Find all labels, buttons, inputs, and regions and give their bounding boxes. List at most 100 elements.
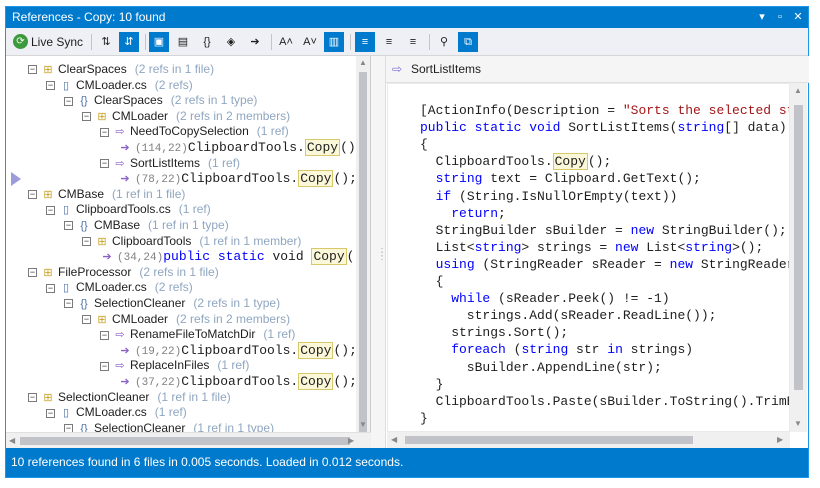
reference-row[interactable]: ➔ (78,22)ClipboardTools. Copy (); (118, 170, 357, 188)
collapse-toggle-icon[interactable]: − (46, 283, 55, 293)
status-bar: 10 references found in 6 files in 0.005 … (6, 448, 808, 477)
pin-icon[interactable]: ▫ (772, 9, 788, 25)
tree-horizontal-scroll-thumb[interactable] (20, 437, 350, 445)
tree-node[interactable]: − ⇨ SortListItems (1 ref) (100, 155, 240, 171)
reference-row[interactable]: ➔ (19,22)ClipboardTools. Copy (); (118, 341, 357, 359)
code-text: ClipboardTools.Paste(sBuilder.ToString()… (420, 393, 790, 409)
collapse-toggle-icon[interactable]: − (100, 361, 109, 371)
scroll-up-arrow-icon[interactable]: ▲ (794, 86, 802, 95)
tree-node[interactable]: −{} SelectionCleaner (2 refs in 1 type) (64, 295, 280, 311)
view-toggle-button[interactable]: ▥ (324, 32, 344, 52)
scroll-down-arrow-icon[interactable]: ▼ (794, 419, 802, 428)
collapse-toggle-icon[interactable]: − (46, 80, 55, 90)
type-view-button[interactable]: ◈ (221, 32, 241, 52)
code-text: List< (420, 239, 475, 255)
sort-ascending-button[interactable]: ⇅ (96, 32, 116, 52)
code-header-label: SortListItems (411, 62, 482, 76)
reference-row[interactable]: ➔ (34,24)public static void Copy() (100, 248, 362, 266)
scroll-right-arrow-icon[interactable]: ▶ (348, 436, 354, 445)
collapse-toggle-icon[interactable]: − (100, 158, 109, 168)
scroll-down-arrow-icon[interactable]: ▼ (359, 420, 367, 429)
live-sync-button[interactable]: ⟳ Live Sync (10, 32, 88, 52)
collapse-toggle-icon[interactable]: − (28, 65, 37, 75)
scroll-right-arrow-icon[interactable]: ▶ (777, 435, 783, 444)
tree-vertical-scroll-thumb[interactable] (359, 72, 367, 432)
show-results-button[interactable]: ▣ (149, 32, 169, 52)
reference-row[interactable]: ➔ (114,22)ClipboardTools. Copy (); (118, 139, 363, 156)
node-label: ClipboardTools.cs (76, 202, 171, 217)
code-horizontal-scrollbar[interactable]: ◀ ▶ (387, 432, 790, 448)
tree-node[interactable]: −{} CMBase (1 ref in 1 type) (64, 217, 229, 233)
align-left-button[interactable]: ≡ (355, 32, 375, 52)
collapse-toggle-icon[interactable]: − (28, 190, 37, 200)
current-item-indicator-icon (11, 172, 21, 186)
find-usages-button[interactable]: ⚲ (434, 32, 454, 52)
code-text: (); (333, 171, 357, 187)
scroll-left-arrow-icon[interactable]: ◀ (391, 435, 397, 444)
sort-descending-button[interactable]: ⇵ (119, 32, 139, 52)
code-vertical-scrollbar[interactable]: ▲ ▼ (790, 83, 807, 432)
align-right-button[interactable]: ≡ (403, 32, 423, 52)
code-keyword: using (435, 256, 475, 272)
collapse-toggle-icon[interactable]: − (64, 221, 73, 231)
copy-button[interactable]: ⧉ (458, 32, 478, 52)
code-editor[interactable]: [ActionInfo(Description = "Sorts the sel… (387, 83, 790, 432)
close-icon[interactable]: ✕ (790, 9, 806, 25)
tree-node[interactable]: − ▯ ClipboardTools.cs (1 ref) (46, 201, 211, 217)
tree-node[interactable]: − ▯ CMLoader.cs (2 refs) (46, 279, 193, 295)
reference-position: (37,22) (135, 377, 182, 389)
collapse-toggle-icon[interactable]: − (64, 96, 73, 106)
tree-node[interactable]: − ▯ CMLoader.cs (2 refs) (46, 77, 193, 93)
tree-node[interactable]: −{} ClearSpaces (2 refs in 1 type) (64, 92, 257, 108)
file-view-button[interactable]: ▤ (173, 32, 193, 52)
code-text: { (420, 137, 428, 153)
tree-horizontal-scrollbar[interactable]: ◀ ▶ (6, 432, 371, 448)
tree-node[interactable]: − ⊞ FileProcessor (2 refs in 1 file) (28, 264, 219, 280)
tree-node[interactable]: − ⇨ RenameFileToMatchDir (1 ref) (100, 326, 295, 342)
collapse-toggle-icon[interactable]: − (46, 205, 55, 215)
scroll-left-arrow-icon[interactable]: ◀ (9, 436, 15, 445)
collapse-toggle-icon[interactable]: − (28, 392, 37, 402)
increase-font-button[interactable]: A˄ (276, 32, 296, 52)
references-tree[interactable]: − ⊞ ClearSpaces (2 refs in 1 file) − ▯ CMLoade… (6, 56, 371, 448)
collapse-toggle-icon[interactable]: − (28, 268, 37, 278)
collapse-toggle-icon[interactable]: − (100, 330, 109, 340)
scroll-up-arrow-icon[interactable]: ▲ (359, 58, 367, 67)
collapse-toggle-icon[interactable]: − (82, 112, 91, 122)
code-text: ClipboardTools. (181, 171, 299, 187)
chevron-down-icon[interactable]: ▾ (754, 9, 770, 25)
collapse-toggle-icon[interactable]: − (46, 408, 55, 418)
tree-node[interactable]: − ⇨ NeedToCopySelection (1 ref) (100, 123, 289, 139)
code-vertical-scroll-thumb[interactable] (794, 105, 803, 390)
tree-node[interactable]: − ▯ CMLoader.cs (1 ref) (46, 404, 187, 420)
tree-node[interactable]: − ⊞ CMBase (1 ref in 1 file) (28, 186, 185, 202)
decrease-font-button[interactable]: A˅ (300, 32, 320, 52)
reference-code: public static void Copy() (163, 248, 362, 266)
code-line: return; (420, 205, 506, 222)
tree-node[interactable]: − ⇨ ReplaceInFiles (1 ref) (100, 357, 249, 373)
code-text: StringBuilder sBuilder = (420, 222, 631, 238)
collapse-toggle-icon[interactable]: − (64, 299, 73, 309)
pane-splitter[interactable]: ⋮ ⋮ (372, 56, 387, 448)
collapse-toggle-icon[interactable]: − (82, 314, 91, 324)
tree-vertical-scrollbar[interactable]: ▲ ▼ (356, 56, 370, 448)
method-icon: ⇨ (115, 360, 125, 373)
tree-node[interactable]: − ⊞ ClipboardTools (1 ref in 1 member) (82, 233, 301, 249)
member-view-button[interactable]: ➔ (245, 32, 265, 52)
tree-node[interactable]: − ⊞ CMLoader (2 refs in 2 members) (82, 108, 290, 124)
collapse-toggle-icon[interactable]: − (82, 236, 91, 246)
code-keyword: new (630, 222, 655, 238)
code-keyword: string (435, 171, 483, 187)
code-line: ClipboardTools. Copy (); (420, 153, 611, 171)
tree-node[interactable]: − ⊞ ClearSpaces (2 refs in 1 file) (28, 61, 214, 77)
tree-node[interactable]: − ⊞ CMLoader (2 refs in 2 members) (82, 311, 290, 327)
code-highlight: Copy (311, 248, 347, 266)
code-horizontal-scroll-thumb[interactable] (405, 436, 693, 444)
namespace-view-button[interactable]: {} (197, 32, 217, 52)
collapse-toggle-icon[interactable]: − (100, 127, 109, 137)
reference-row[interactable]: ➔ (37,22)ClipboardTools. Copy (); (118, 373, 357, 390)
tree-node[interactable]: − ⊞ SelectionCleaner (1 ref in 1 file) (28, 389, 231, 405)
align-center-button[interactable]: ≡ (379, 32, 399, 52)
